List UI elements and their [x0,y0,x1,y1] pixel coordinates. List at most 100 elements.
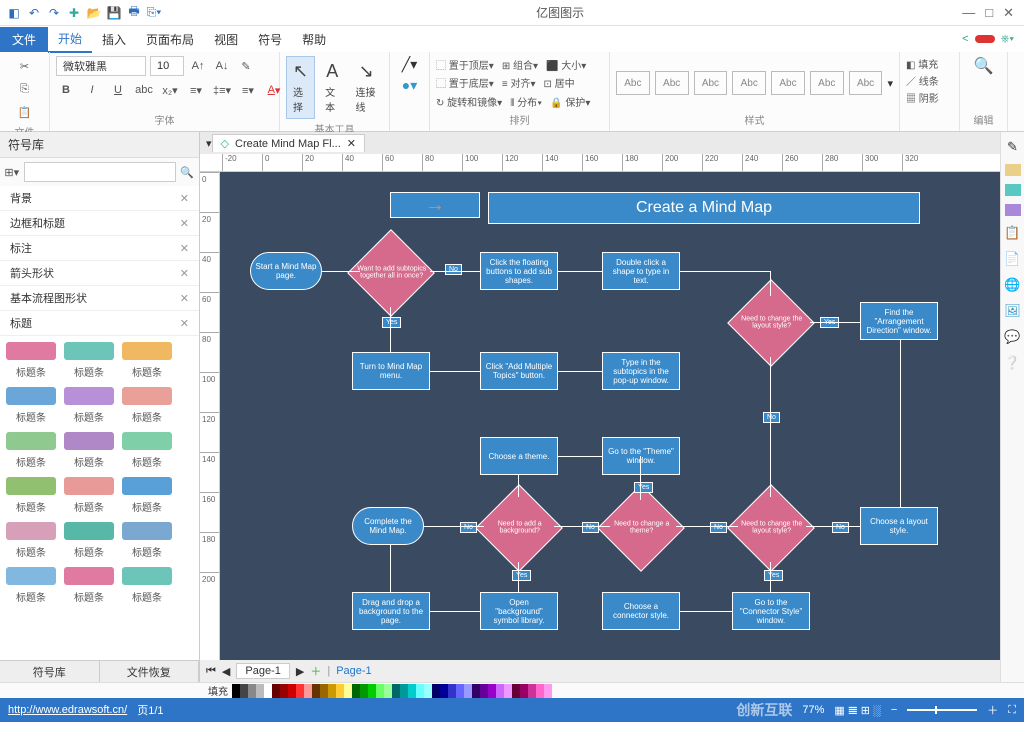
color-swatch[interactable] [232,684,240,698]
color-swatch[interactable] [264,684,272,698]
tab-symbols[interactable]: 符号库 [0,661,100,682]
send-back[interactable]: ⬚ 置于底层▾ [436,75,494,90]
color-swatch[interactable] [320,684,328,698]
text-tool[interactable]: A文本 [319,57,345,118]
rotate[interactable]: ↻ 旋转和镜像▾ [436,94,502,109]
shape-thumb[interactable] [122,387,172,405]
search-icon[interactable]: 🔍 [180,162,196,182]
color-swatch[interactable] [336,684,344,698]
page-first-icon[interactable]: ⏮ [206,665,216,678]
undo-icon[interactable]: ↶ [26,5,42,21]
shape-thumb[interactable] [64,522,114,540]
shape-thumb[interactable] [6,342,56,360]
close-icon[interactable]: ✕ [1003,5,1014,21]
color-swatch[interactable] [304,684,312,698]
color-swatch[interactable] [504,684,512,698]
color-swatch[interactable] [416,684,424,698]
node-n9[interactable]: Choose a layout style. [860,507,938,545]
lib-picker-icon[interactable]: ⊞▾ [4,162,20,182]
shape-thumb[interactable] [64,477,114,495]
node-n10[interactable]: Drag and drop a background to the page. [352,592,430,630]
color-swatch[interactable] [408,684,416,698]
strike-icon[interactable]: abc [134,80,154,100]
color-swatch[interactable] [312,684,320,698]
flow-title[interactable]: Create a Mind Map [488,192,920,224]
font-size[interactable]: 10 [150,56,184,76]
color-swatch[interactable] [496,684,504,698]
category-row[interactable]: 箭头形状✕ [0,261,199,286]
close-icon[interactable]: ✕ [180,292,189,305]
color-swatch[interactable] [376,684,384,698]
bullets-icon[interactable]: ≡▾ [186,80,206,100]
print-icon[interactable]: 🖶 [126,5,142,21]
color-swatch[interactable] [528,684,536,698]
italic-icon[interactable]: I [82,80,102,100]
search-input[interactable] [24,162,176,182]
view-icons[interactable]: ▦ 𝌆 ⊞ ░ [834,704,880,717]
format-painter-icon[interactable]: ✎ [236,56,256,76]
line-btn[interactable]: ／ 线条 [906,73,939,88]
tab-help[interactable]: 帮助 [292,27,336,52]
decision-2[interactable]: Need to change the layout style? [727,279,815,367]
maximize-icon[interactable]: □ [985,5,993,21]
tab-view[interactable]: 视图 [204,27,248,52]
fit-icon[interactable]: ⛶ [1008,704,1016,717]
chat-icon[interactable]: 💬 [1004,328,1022,346]
shape-thumb[interactable] [6,387,56,405]
select-tool[interactable]: ↖选择 [286,56,315,119]
shape-thumb[interactable] [6,567,56,585]
color-swatch[interactable] [248,684,256,698]
shape-thumb[interactable] [64,387,114,405]
bring-front[interactable]: ⬚ 置于顶层▾ [436,57,494,72]
close-icon[interactable]: ✕ [180,192,189,205]
minimize-icon[interactable]: — [962,5,975,21]
node-n12[interactable]: Choose a connector style. [602,592,680,630]
underline-icon[interactable]: U [108,80,128,100]
node-n13[interactable]: Go to the "Connector Style" window. [732,592,810,630]
zoom-in-icon[interactable]: ＋ [987,702,998,718]
color-swatch[interactable] [352,684,360,698]
color-swatch[interactable] [288,684,296,698]
style-preset[interactable]: Abc [732,71,766,95]
category-row[interactable]: 背景✕ [0,186,199,211]
close-icon[interactable]: ✕ [180,267,189,280]
style-preset[interactable]: Abc [655,71,689,95]
redo-icon[interactable]: ↷ [46,5,62,21]
theme2-icon[interactable] [1005,184,1021,196]
center[interactable]: ⊡ 居中 [543,75,574,90]
shape-thumb[interactable] [122,432,172,450]
style-preset[interactable]: Abc [694,71,728,95]
theme3-icon[interactable] [1005,204,1021,216]
help-icon[interactable]: ❔ [1004,354,1022,372]
shape-thumb[interactable] [64,567,114,585]
style-preset[interactable]: Abc [849,71,883,95]
shape-thumb[interactable] [64,342,114,360]
tab-start[interactable]: 开始 [48,26,92,53]
theme1-icon[interactable] [1005,164,1021,176]
color-swatch[interactable] [472,684,480,698]
node-n2[interactable]: Double click a shape to type in text. [602,252,680,290]
bold-icon[interactable]: B [56,80,76,100]
category-row[interactable]: 边框和标题✕ [0,211,199,236]
copy-icon[interactable]: ⎘ [15,79,35,99]
node-n6[interactable]: Find the "Arrangement Direction" window. [860,302,938,340]
color-swatch[interactable] [272,684,280,698]
page-current[interactable]: Page-1 [236,663,289,679]
decision-3[interactable]: Need to add a background? [475,484,563,572]
category-row[interactable]: 标题✕ [0,311,199,336]
color-swatch[interactable] [488,684,496,698]
shape-thumb[interactable] [122,477,172,495]
find-icon[interactable]: 🔍 [974,56,994,76]
shape-thumb[interactable] [6,432,56,450]
file-menu[interactable]: 文件 [0,27,48,52]
distribute[interactable]: ⫴ 分布▾ [510,94,542,109]
save-icon[interactable]: 💾 [106,5,122,21]
group[interactable]: ⊞ 组合▾ [502,57,538,72]
close-tab-icon[interactable]: ✕ [347,137,356,150]
zoom-out-icon[interactable]: − [891,704,897,716]
color-swatch[interactable] [512,684,520,698]
color-swatch[interactable] [360,684,368,698]
color-swatch[interactable] [544,684,552,698]
decision-1[interactable]: Want to add subtopics together all in on… [347,229,435,317]
image-icon[interactable]: 🖼 [1004,302,1022,320]
